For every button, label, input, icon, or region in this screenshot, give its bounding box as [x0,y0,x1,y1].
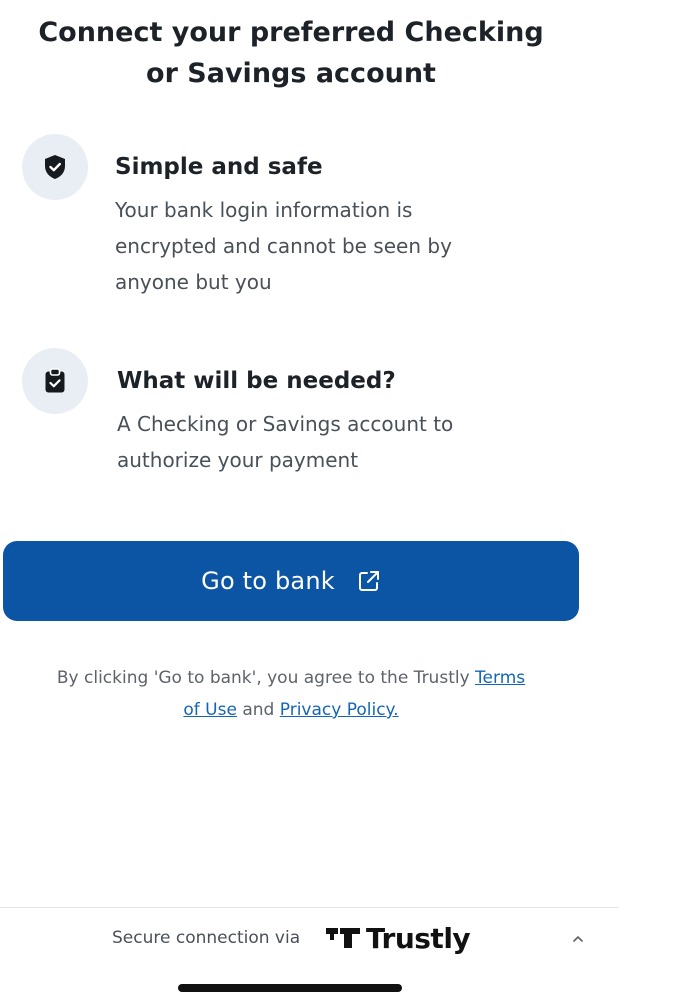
feature-description-line: authorize your payment [117,448,359,472]
home-indicator [178,984,402,992]
feature-heading: Simple and safe [115,154,323,180]
feature-description-line: Your bank login information is [115,198,413,222]
go-to-bank-button[interactable]: Go to bank [3,541,579,621]
page-title: Connect your preferred Checking or Savin… [0,12,582,94]
page-title-line-2: or Savings account [146,58,436,89]
shield-check-icon [22,134,88,200]
feature-description-line: A Checking or Savings account to [117,412,454,436]
feature-description-line: anyone but you [115,270,272,294]
feature-heading: What will be needed? [117,368,396,394]
go-to-bank-label: Go to bank [201,567,335,595]
trustly-logo-icon [326,928,360,948]
clipboard-icon [22,348,88,414]
page-title-line-1: Connect your preferred Checking [38,17,544,48]
external-link-icon [358,571,379,591]
terms-link-text-1: Terms [475,668,526,688]
feature-description: Your bank login information is encrypted… [115,192,452,300]
privacy-policy-link[interactable]: Privacy Policy. [280,700,399,720]
legal-disclaimer: By clicking 'Go to bank', you agree to t… [0,662,582,726]
footer: Secure connection via Trustly [0,908,618,970]
secure-connection-text: Secure connection via [112,928,301,948]
trustly-wordmark: Trustly [366,921,471,955]
legal-prefix: By clicking 'Go to bank', you agree to t… [56,668,476,688]
feature-description: A Checking or Savings account to authori… [117,406,453,478]
chevron-up-icon[interactable] [570,932,586,946]
legal-conjunction: and [236,700,280,720]
trustly-brand: Trustly [326,920,471,956]
feature-description-line: encrypted and cannot be seen by [115,234,452,258]
terms-link-text-2: of Use [183,700,237,720]
